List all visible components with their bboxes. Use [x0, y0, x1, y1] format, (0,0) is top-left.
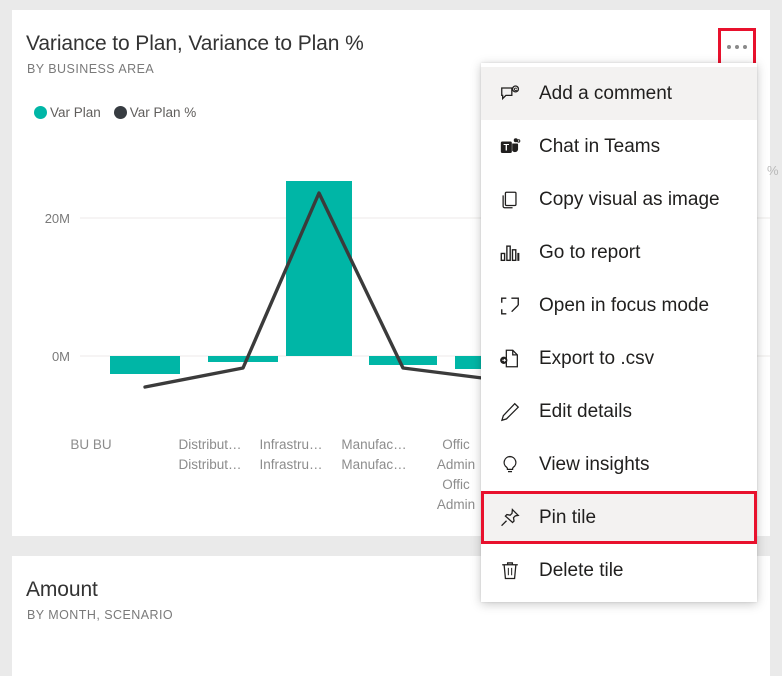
menu-item-view-insights[interactable]: View insights	[481, 438, 757, 491]
bar-chart-icon	[499, 242, 529, 264]
bar-distribution[interactable]	[208, 356, 278, 362]
x-label-manufacturing-line2: Manufac…	[341, 457, 407, 472]
x-label-infrastructure-line2: Infrastru…	[259, 457, 323, 472]
svg-text:T: T	[504, 142, 510, 152]
x-label-distribution-line2: Distribut…	[178, 457, 242, 472]
menu-item-label: View insights	[539, 453, 650, 475]
export-file-icon	[499, 348, 529, 370]
bar-infrastructure[interactable]	[286, 181, 352, 356]
legend-item-var-plan[interactable]: Var Plan	[34, 105, 101, 120]
menu-item-label: Export to .csv	[539, 347, 655, 369]
menu-item-pin-tile[interactable]: Pin tile	[481, 491, 757, 544]
chart-legend: Var Plan Var Plan %	[34, 105, 196, 120]
lightbulb-icon	[499, 454, 529, 476]
right-axis-clipped-tick: %	[767, 163, 779, 178]
copy-icon	[499, 189, 529, 211]
x-label-manufacturing-line1: Manufac…	[341, 437, 407, 452]
x-label-bu: BU BU	[12, 435, 170, 530]
x-label-infrastructure-line1: Infrastru…	[259, 437, 323, 452]
more-options-button[interactable]	[718, 28, 756, 66]
menu-item-open-in-focus-mode[interactable]: Open in focus mode	[481, 279, 757, 332]
ellipsis-dot-3	[743, 45, 747, 49]
tile-subtitle: BY BUSINESS AREA	[27, 62, 155, 76]
menu-item-export-to-csv[interactable]: Export to .csv	[481, 332, 757, 385]
ellipsis-dot-1	[727, 45, 731, 49]
legend-swatch-var-plan	[34, 106, 47, 119]
menu-item-label: Pin tile	[539, 506, 597, 528]
menu-item-label: Chat in Teams	[539, 135, 661, 157]
comment-icon	[499, 83, 529, 105]
menu-item-label: Open in focus mode	[539, 294, 710, 316]
x-label-infrastructure: Infrastru… Infrastru…	[250, 435, 332, 530]
focus-mode-icon	[499, 295, 529, 317]
tile-title: Amount	[26, 578, 98, 601]
menu-item-copy-visual-as-image[interactable]: Copy visual as image	[481, 173, 757, 226]
legend-swatch-var-plan-pct	[113, 106, 127, 119]
menu-item-add-a-comment[interactable]: Add a comment	[481, 67, 757, 120]
menu-item-edit-details[interactable]: Edit details	[481, 385, 757, 438]
x-label-bu-line1: BU BU	[70, 437, 112, 452]
x-label-distribution-line1: Distribut…	[178, 437, 242, 452]
bar-bu[interactable]	[110, 356, 180, 374]
x-label-manufacturing: Manufac… Manufac…	[332, 435, 416, 530]
pencil-icon	[499, 401, 529, 423]
menu-item-label: Copy visual as image	[539, 188, 720, 210]
menu-item-chat-in-teams[interactable]: T Chat in Teams	[481, 120, 757, 173]
menu-item-delete-tile[interactable]: Delete tile	[481, 544, 757, 597]
tile-title: Variance to Plan, Variance to Plan %	[26, 32, 364, 55]
tile-context-menu[interactable]: Add a comment T Chat in Teams Copy visua…	[481, 63, 757, 602]
legend-label-var-plan: Var Plan	[50, 105, 101, 120]
x-label-distribution: Distribut… Distribut…	[170, 435, 250, 530]
pin-icon	[499, 507, 529, 529]
menu-item-label: Add a comment	[539, 82, 673, 104]
legend-item-var-plan-pct[interactable]: Var Plan %	[113, 105, 197, 120]
menu-item-label: Go to report	[539, 241, 641, 263]
legend-label-var-plan-pct: Var Plan %	[129, 105, 197, 120]
bar-series-var-plan	[110, 181, 525, 374]
menu-item-label: Delete tile	[539, 559, 624, 581]
ellipsis-dot-2	[735, 45, 739, 49]
menu-item-label: Edit details	[539, 400, 632, 422]
tile-subtitle: BY MONTH, SCENARIO	[27, 608, 174, 622]
bar-manufacturing[interactable]	[369, 356, 437, 365]
y-tick-0m: 0M	[52, 349, 70, 364]
y-tick-20m: 20M	[45, 211, 70, 226]
teams-icon: T	[499, 136, 529, 158]
trash-icon	[499, 560, 529, 582]
menu-item-go-to-report[interactable]: Go to report	[481, 226, 757, 279]
